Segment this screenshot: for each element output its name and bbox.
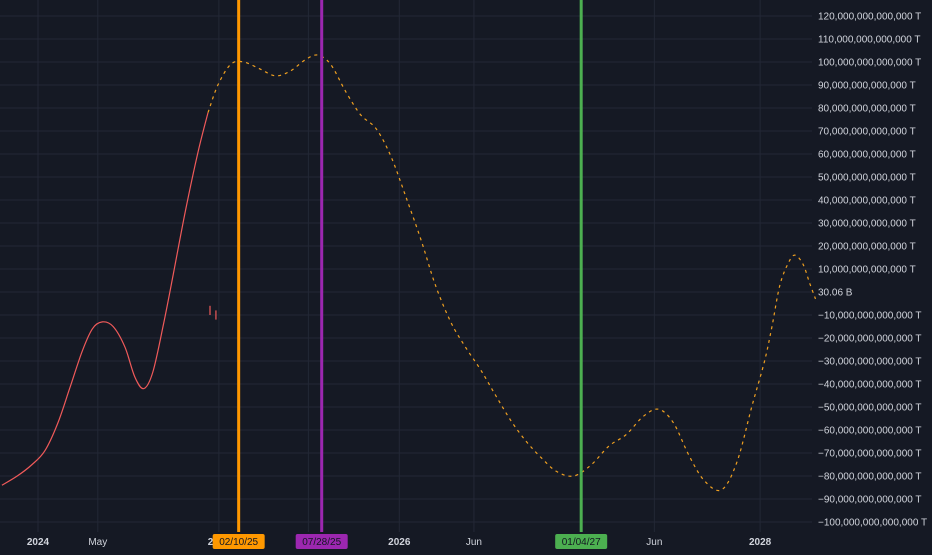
x-tick-label: Jun	[466, 537, 482, 548]
y-tick-label: 30,000,000,000,000 T	[818, 219, 916, 230]
y-tick-label: −80,000,000,000,000 T	[818, 472, 922, 483]
y-tick-label: 60,000,000,000,000 T	[818, 150, 916, 161]
y-tick-label: −60,000,000,000,000 T	[818, 426, 922, 437]
marker-date-label: 01/04/27	[562, 537, 601, 548]
y-tick-label: 110,000,000,000,000 T	[818, 35, 921, 46]
marker-date-label: 07/28/25	[302, 537, 341, 548]
y-tick-label: −50,000,000,000,000 T	[818, 403, 922, 414]
chart-background	[0, 0, 932, 550]
x-tick-label: Jun	[646, 537, 662, 548]
y-tick-label: −70,000,000,000,000 T	[818, 449, 922, 460]
y-tick-label: 40,000,000,000,000 T	[818, 196, 916, 207]
y-tick-label: 80,000,000,000,000 T	[818, 104, 916, 115]
marker-date-label: 02/10/25	[219, 537, 258, 548]
line-chart: 120,000,000,000,000 T 110,000,000,000,000…	[0, 0, 932, 550]
y-tick-label: 100,000,000,000,000 T	[818, 58, 921, 69]
x-tick-label: 2026	[388, 537, 411, 548]
y-tick-label: −20,000,000,000,000 T	[818, 334, 922, 345]
y-tick-label: −30,000,000,000,000 T	[818, 357, 922, 368]
y-tick-label: −90,000,000,000,000 T	[818, 495, 922, 506]
y-tick-label: 120,000,000,000,000 T	[818, 12, 921, 23]
x-tick-label: May	[88, 537, 107, 548]
x-tick-label: 2024	[27, 537, 50, 548]
y-tick-label: 20,000,000,000,000 T	[818, 242, 916, 253]
y-tick-label: 90,000,000,000,000 T	[818, 81, 916, 92]
x-tick-label: 2028	[749, 537, 772, 548]
y-tick-label: −100,000,000,000,000 T	[818, 518, 927, 529]
y-tick-label: 70,000,000,000,000 T	[818, 127, 916, 138]
y-tick-label: 10,000,000,000,000 T	[818, 265, 916, 276]
y-tick-label: −10,000,000,000,000 T	[818, 311, 922, 322]
y-tick-label: −40,000,000,000,000 T	[818, 380, 922, 391]
y-tick-label: 50,000,000,000,000 T	[818, 173, 916, 184]
y-tick-label: 30.06 B	[818, 288, 853, 299]
y-axis[interactable]: 120,000,000,000,000 T 110,000,000,000,000…	[818, 12, 927, 529]
chart-container: 120,000,000,000,000 T 110,000,000,000,000…	[0, 0, 932, 550]
